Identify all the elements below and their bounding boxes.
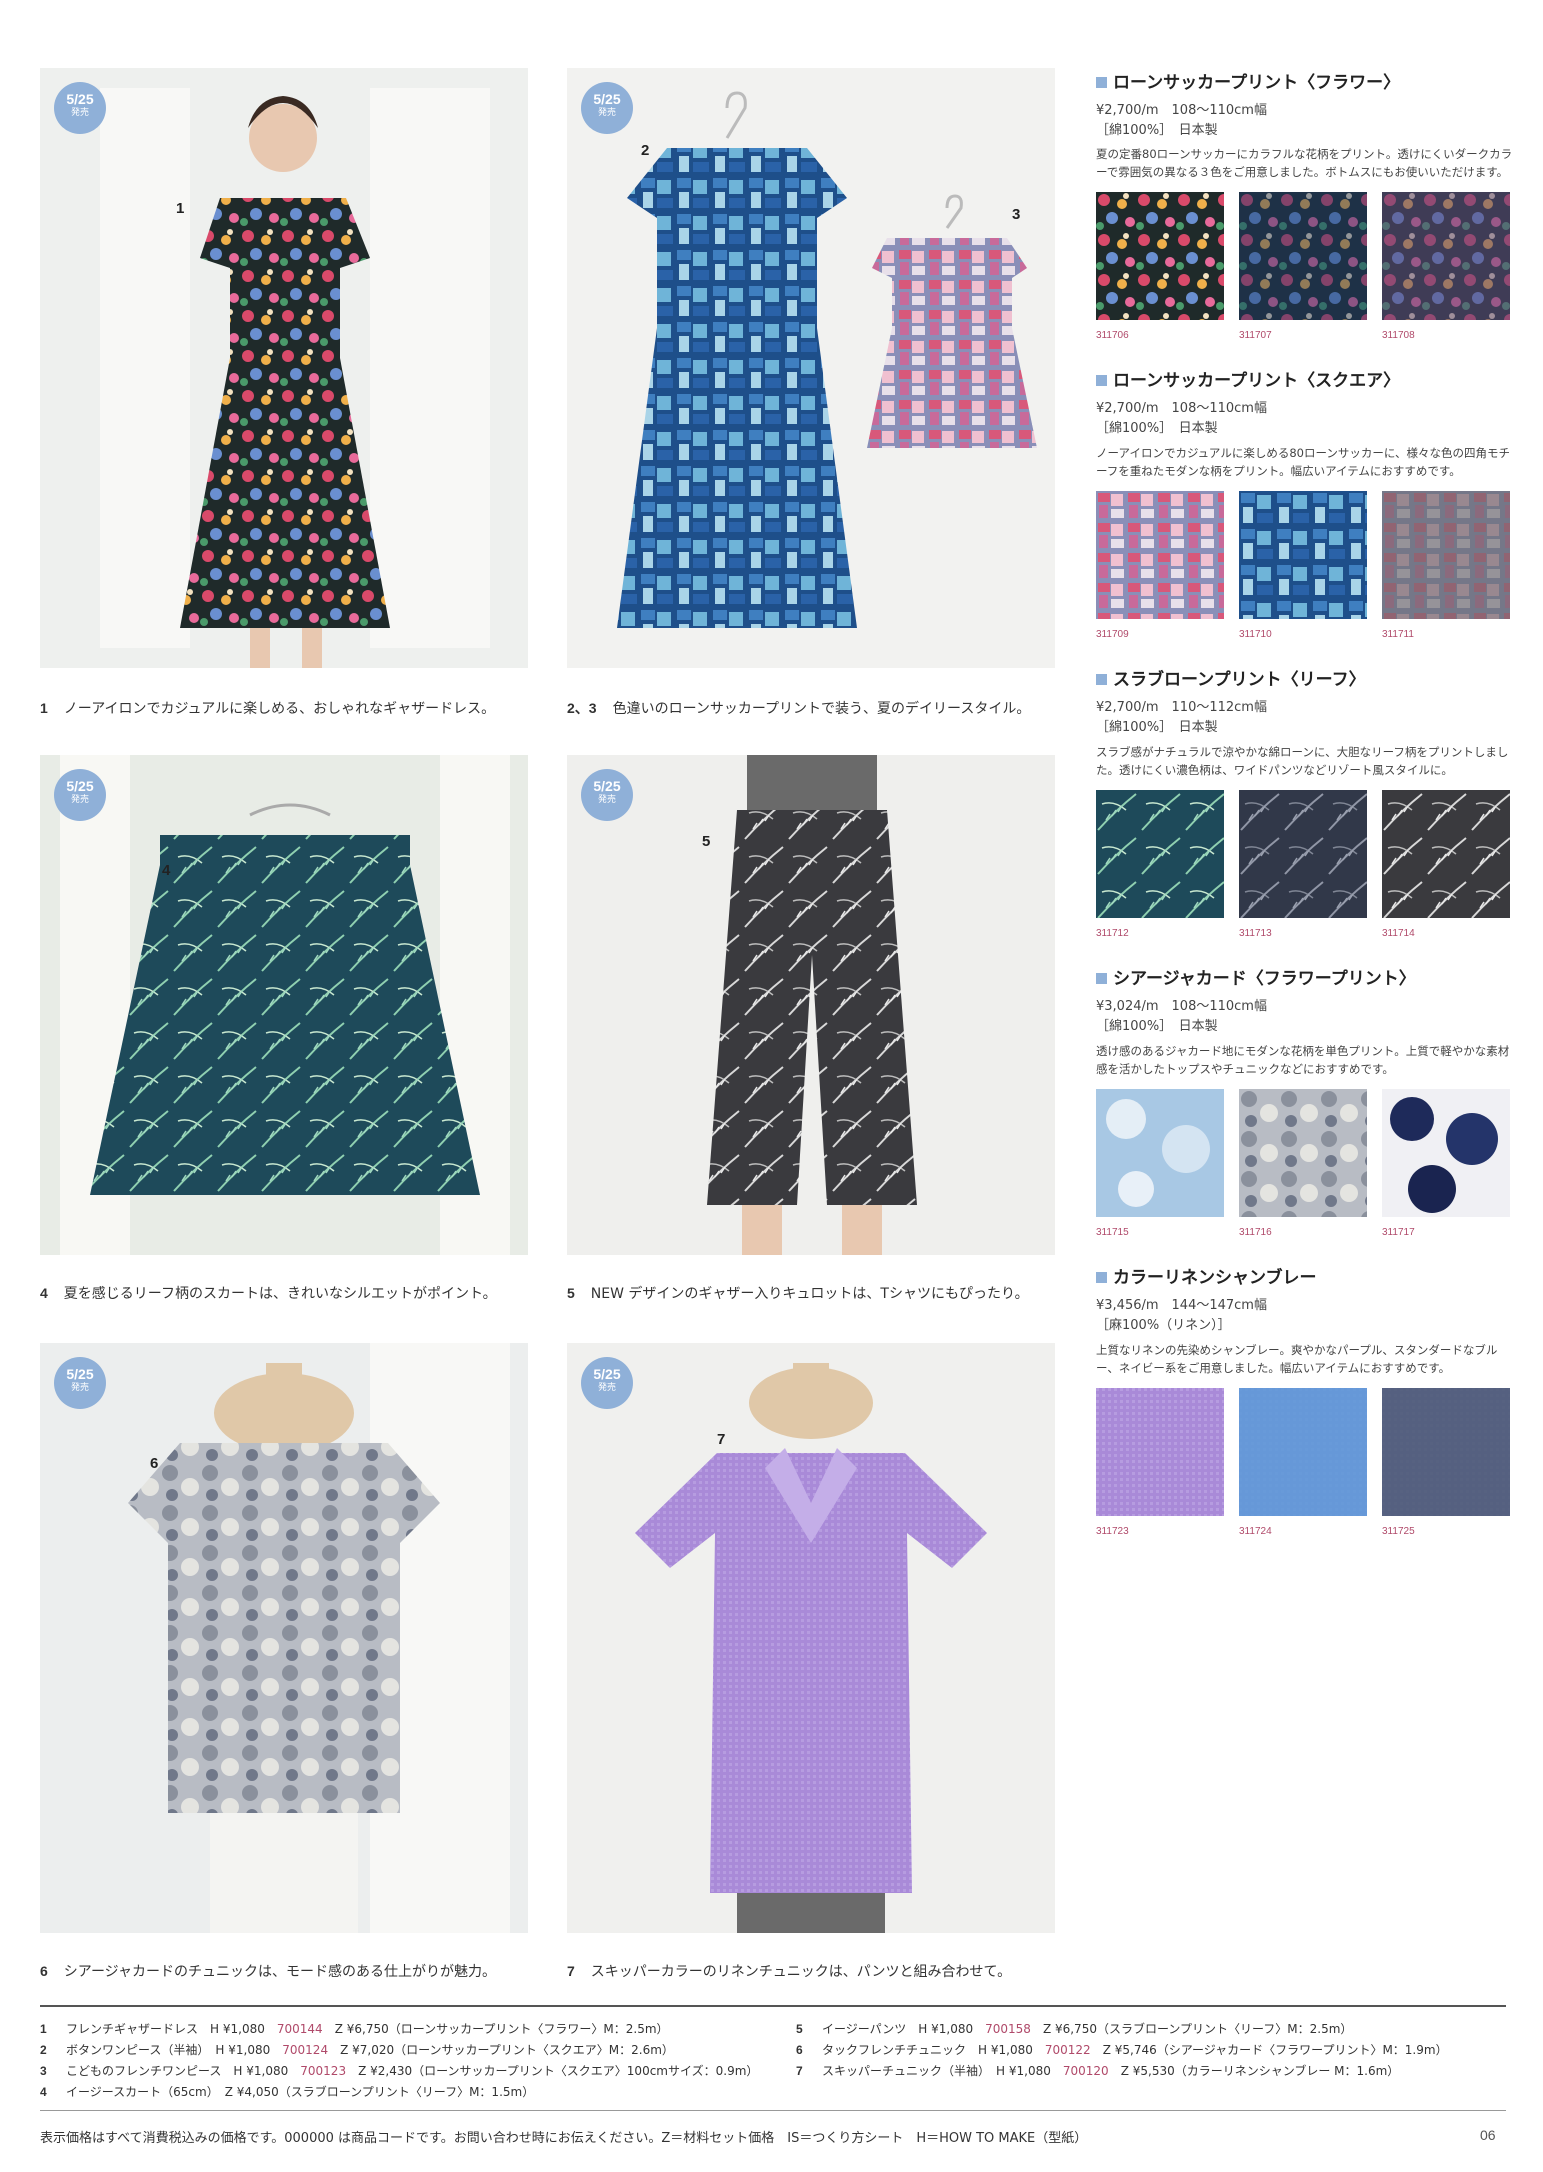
product-code: 311709: [1096, 629, 1129, 640]
photo-number: 5: [702, 833, 711, 850]
credit-line: 6 タックフレンチチュニック H ¥1,080 700122 Z ¥5,746（シ…: [796, 2043, 1448, 2057]
fabric-swatch: [1096, 1388, 1224, 1516]
fabric-price: ¥2,700/m 108〜110cm幅: [1096, 401, 1267, 416]
product-code: 311711: [1382, 629, 1414, 640]
photo-leaf-skirt: 5/25 発売 4: [40, 755, 528, 1255]
photo-jacquard-tunic: 5/25 発売 6: [40, 1343, 528, 1933]
photo-floral-dress: 5/25 発売 1: [40, 68, 528, 668]
credit-line: 3 こどものフレンチワンピース H ¥1,080 700123 Z ¥2,430（…: [40, 2064, 759, 2078]
page-number: 06: [1480, 2127, 1496, 2143]
footer-note: 表示価格はすべて消費税込みの価格です。000000 は商品コードです。お問い合わ…: [40, 2131, 1088, 2146]
fabric-content: ［綿100%］ 日本製: [1096, 720, 1218, 735]
photo-number: 4: [162, 862, 171, 879]
fabric-description: スラブ感がナチュラルで涼やかな綿ローンに、大胆なリーフ柄をプリントしました。透け…: [1096, 745, 1509, 777]
release-badge: 5/25 発売: [581, 1357, 633, 1409]
photo-number: 6: [150, 1455, 159, 1472]
fabric-content: ［綿100%］ 日本製: [1096, 123, 1218, 138]
photo-caption: 4 夏を感じるリーフ柄のスカートは、きれいなシルエットがポイント。: [40, 1285, 497, 1302]
photo-caption: 5 NEW デザインのギャザー入りキュロットは、Tシャツにもぴったり。: [567, 1285, 1029, 1302]
product-code: 311708: [1382, 330, 1415, 341]
fabric-swatch: [1096, 491, 1224, 619]
fabric-swatch: [1239, 790, 1367, 918]
product-code: 311724: [1239, 1526, 1272, 1537]
photo-number: 3: [1012, 206, 1021, 223]
fabric-price: ¥2,700/m 110〜112cm幅: [1096, 700, 1267, 715]
fabric-title: シアージャカード〈フラワープリント〉: [1096, 964, 1416, 989]
fabric-price: ¥3,024/m 108〜110cm幅: [1096, 999, 1267, 1014]
fabric-description: ノーアイロンでカジュアルに楽しめる80ローンサッカーに、様々な色の四角モチーフを…: [1096, 446, 1511, 478]
photo-linen-tunic: 5/25 発売 7: [567, 1343, 1055, 1933]
photo-caption: 6 シアージャカードのチュニックは、モード感のある仕上がりが魅力。: [40, 1963, 496, 1980]
floral-dress-illustration: [40, 68, 528, 668]
fabric-swatch: [1239, 491, 1367, 619]
release-badge: 5/25 発売: [54, 769, 106, 821]
fabric-swatch: [1382, 491, 1510, 619]
fabric-swatch: [1382, 1089, 1510, 1217]
product-code: 311725: [1382, 1526, 1415, 1537]
product-code: 311710: [1239, 629, 1272, 640]
fabric-swatch: [1096, 1089, 1224, 1217]
fabric-title: カラーリネンシャンブレー: [1096, 1263, 1317, 1288]
release-badge: 5/25 発売: [581, 769, 633, 821]
credit-line: 7 スキッパーチュニック（半袖） H ¥1,080 700120 Z ¥5,530…: [796, 2064, 1400, 2078]
linen-tunic-illustration: [567, 1343, 1055, 1933]
photo-square-dresses: 5/25 発売 2 3: [567, 68, 1055, 668]
fabric-content: ［綿100%］ 日本製: [1096, 421, 1218, 436]
product-code: 311714: [1382, 928, 1415, 939]
fabric-swatch: [1239, 1388, 1367, 1516]
fabric-title: スラブローンプリント〈リーフ〉: [1096, 665, 1366, 690]
fabric-swatch: [1382, 790, 1510, 918]
product-code: 311706: [1096, 330, 1129, 341]
release-badge: 5/25 発売: [54, 82, 106, 134]
fabric-swatch: [1382, 192, 1510, 320]
photo-caption: 2、3 色違いのローンサッカープリントで装う、夏のデイリースタイル。: [567, 700, 1031, 717]
release-badge: 5/25 発売: [581, 82, 633, 134]
fabric-price: ¥3,456/m 144〜147cm幅: [1096, 1298, 1267, 1313]
fabric-content: ［綿100%］ 日本製: [1096, 1019, 1218, 1034]
fabric-swatch: [1096, 192, 1224, 320]
fabric-swatch: [1382, 1388, 1510, 1516]
photo-leaf-culottes: 5/25 発売 5: [567, 755, 1055, 1255]
fabric-description: 透け感のあるジャカード地にモダンな花柄を単色プリント。上質で軽やかな素材感を活か…: [1096, 1044, 1510, 1076]
product-code: 311707: [1239, 330, 1272, 341]
fabric-title: ローンサッカープリント〈フラワー〉: [1096, 68, 1400, 93]
fabric-swatch: [1239, 1089, 1367, 1217]
divider: [40, 2110, 1506, 2111]
product-code: 311717: [1382, 1227, 1415, 1238]
release-badge: 5/25 発売: [54, 1357, 106, 1409]
credit-line: 5 イージーパンツ H ¥1,080 700158 Z ¥6,750（スラブローン…: [796, 2022, 1353, 2036]
credit-line: 4 イージースカート（65cm） Z ¥4,050（スラブローンプリント〈リーフ〉…: [40, 2085, 535, 2099]
fabric-description: 夏の定番80ローンサッカーにカラフルな花柄をプリント。透けにくいダークカラーで雰…: [1096, 147, 1513, 179]
product-code: 311723: [1096, 1526, 1129, 1537]
photo-number: 2: [641, 142, 650, 159]
product-code: 311716: [1239, 1227, 1272, 1238]
leaf-skirt-illustration: [40, 755, 528, 1255]
product-code: 311712: [1096, 928, 1129, 939]
photo-caption: 7 スキッパーカラーのリネンチュニックは、パンツと組み合わせて。: [567, 1963, 1012, 1980]
product-code: 311713: [1239, 928, 1272, 939]
fabric-description: 上質なリネンの先染めシャンブレー。爽やかなパープル、スタンダードなブルー、ネイビ…: [1096, 1343, 1498, 1375]
leaf-culottes-illustration: [567, 755, 1055, 1255]
fabric-content: ［麻100%（リネン）］: [1096, 1318, 1231, 1333]
fabric-swatch: [1239, 192, 1367, 320]
photo-number: 1: [176, 200, 185, 217]
photo-caption: 1 ノーアイロンでカジュアルに楽しめる、おしゃれなギャザードレス。: [40, 700, 496, 717]
fabric-swatch: [1096, 790, 1224, 918]
divider: [40, 2005, 1506, 2007]
credit-line: 1 フレンチギャザードレス H ¥1,080 700144 Z ¥6,750（ロー…: [40, 2022, 669, 2036]
photo-number: 7: [717, 1431, 726, 1448]
jacquard-tunic-illustration: [40, 1343, 528, 1933]
credit-line: 2 ボタンワンピース（半袖） H ¥1,080 700124 Z ¥7,020（ロ…: [40, 2043, 674, 2057]
product-code: 311715: [1096, 1227, 1129, 1238]
fabric-title: ローンサッカープリント〈スクエア〉: [1096, 366, 1400, 391]
fabric-price: ¥2,700/m 108〜110cm幅: [1096, 103, 1267, 118]
